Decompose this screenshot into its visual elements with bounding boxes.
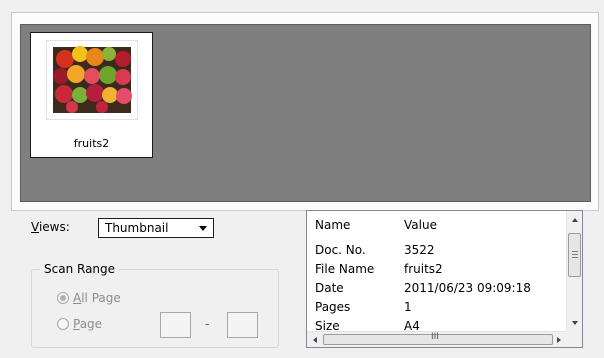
row-name-doc-no: Doc. No. [315,243,366,257]
fruits-thumbnail-image [47,41,137,119]
all-page-label[interactable]: All Page [73,291,121,305]
vertical-scrollbar[interactable] [566,211,582,331]
row-name-file-name: File Name [315,262,375,276]
row-name-pages: Pages [315,300,351,314]
all-page-radio[interactable] [57,292,69,304]
page-label[interactable]: Page [73,317,102,331]
grip-line [572,251,578,252]
thumbnail-caption: fruits2 [73,137,110,150]
scroll-up-arrow-icon[interactable] [572,218,578,222]
properties-list[interactable]: Name Value Doc. No. 3522 File Name fruit… [306,210,583,348]
grip-line [572,254,578,255]
dropdown-arrow-icon [199,226,207,231]
fruits-photo-icon [47,41,137,119]
all-page-rest: ll Page [81,291,121,305]
row-value-date: 2011/06/23 09:09:18 [404,281,531,295]
scroll-right-arrow-icon[interactable] [557,337,561,343]
page-mnemonic: P [73,317,80,331]
views-dropdown[interactable]: Thumbnail [98,218,214,238]
column-header-value[interactable]: Value [404,218,437,232]
page-range-separator: - [205,317,210,331]
views-label-rest: iews: [38,220,70,234]
page-rest: age [79,317,103,331]
scroll-down-arrow-icon[interactable] [572,321,578,325]
scrollbar-corner [566,331,582,347]
thumbnail-card[interactable]: fruits2 [30,32,153,158]
horizontal-grip: III [431,332,439,342]
horizontal-scroll-thumb[interactable]: III [323,332,553,345]
all-page-mnemonic: A [73,291,82,305]
views-label: Views: [31,220,70,234]
scroll-left-arrow-icon[interactable] [313,337,317,343]
page-to-input[interactable] [227,312,258,338]
views-label-mnemonic: V [31,220,39,234]
vertical-scroll-thumb[interactable] [568,233,581,277]
thumbnail-preview-area[interactable]: fruits2 [20,24,591,202]
row-value-file-name: fruits2 [404,262,443,276]
page-from-input[interactable] [160,312,191,338]
row-name-date: Date [315,281,344,295]
grip-line [572,257,578,258]
column-header-name[interactable]: Name [315,218,350,232]
scan-range-title: Scan Range [40,262,120,276]
horizontal-scrollbar[interactable]: III [307,331,566,347]
row-value-pages: 1 [404,300,412,314]
row-value-doc-no: 3522 [404,243,435,257]
page-radio[interactable] [57,318,69,330]
views-dropdown-value: Thumbnail [105,221,169,235]
